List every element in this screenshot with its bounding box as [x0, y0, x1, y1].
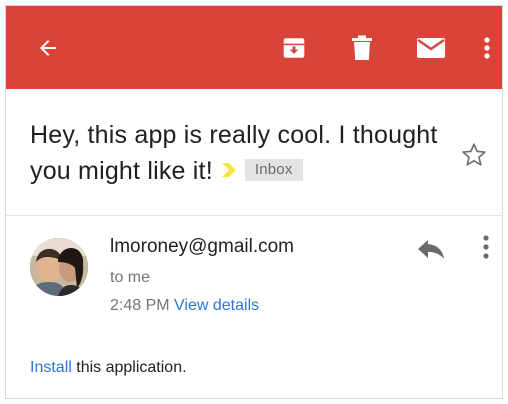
email-view: Hey, this app is really cool. I thought … [5, 5, 503, 399]
recipient-label: to me [110, 269, 151, 286]
sender-email[interactable]: lmoroney@gmail.com [110, 236, 294, 258]
top-app-bar [6, 6, 502, 89]
more-vert-icon[interactable] [472, 6, 502, 89]
trash-icon[interactable] [342, 6, 382, 89]
star-icon[interactable] [460, 141, 488, 174]
message-time: 2:48 PM [110, 297, 170, 314]
install-link[interactable]: Install [30, 359, 72, 376]
sender-avatar[interactable] [30, 238, 88, 296]
subject-line: Hey, this app is really cool. I thought … [30, 117, 460, 190]
message-body: Install this application. [30, 359, 187, 377]
archive-icon[interactable] [274, 6, 314, 89]
message-more-icon[interactable] [482, 234, 490, 265]
importance-marker-icon[interactable] [219, 154, 239, 190]
reply-icon[interactable] [416, 236, 446, 267]
mail-icon[interactable] [409, 6, 453, 89]
view-details-link[interactable]: View details [174, 297, 259, 314]
inbox-label-badge[interactable]: Inbox [244, 159, 303, 182]
body-text: this application. [71, 359, 187, 376]
arrow-back-icon[interactable] [28, 6, 68, 89]
subject-header: Hey, this app is really cool. I thought … [6, 89, 502, 216]
message-meta: 2:48 PM View details [110, 297, 259, 315]
